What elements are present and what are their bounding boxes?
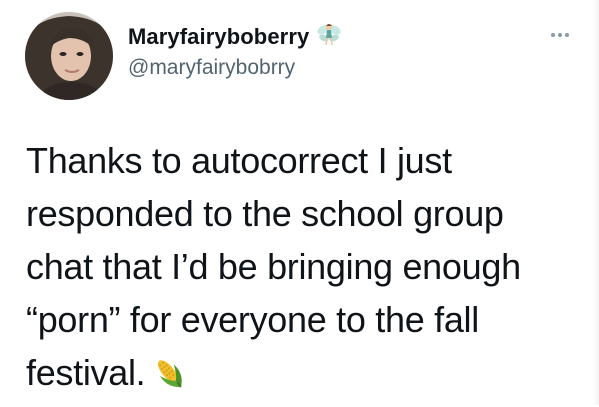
more-horizontal-icon bbox=[551, 33, 555, 37]
corn-emoji-icon bbox=[151, 354, 189, 392]
tweet-text: Thanks to autocorrect I just responded t… bbox=[26, 134, 581, 399]
avatar[interactable] bbox=[25, 12, 113, 100]
tweet-text-line: Thanks to autocorrect I just bbox=[26, 140, 452, 181]
user-handle[interactable]: @maryfairybobrry bbox=[128, 56, 295, 80]
profile-photo-icon bbox=[25, 12, 113, 100]
right-edge-shadow bbox=[593, 0, 599, 405]
tweet-card: Maryfairyboberry @maryfairybobrry Thanks… bbox=[0, 0, 599, 405]
more-horizontal-icon-dot bbox=[558, 33, 562, 37]
tweet-text-line: “porn” for everyone to the fall bbox=[26, 299, 479, 340]
tweet-text-line: responded to the school group bbox=[26, 193, 504, 234]
fairy-emoji-icon bbox=[315, 21, 343, 49]
tweet-text-last-line: festival. bbox=[26, 346, 581, 399]
more-horizontal-icon-dot bbox=[565, 33, 569, 37]
tweet-text-line: chat that I’d be bringing enough bbox=[26, 246, 521, 287]
tweet-text-line: festival. bbox=[26, 352, 146, 393]
display-name[interactable]: Maryfairyboberry bbox=[128, 24, 309, 50]
more-options-button[interactable] bbox=[548, 28, 572, 42]
name-row: Maryfairyboberry bbox=[128, 24, 343, 50]
